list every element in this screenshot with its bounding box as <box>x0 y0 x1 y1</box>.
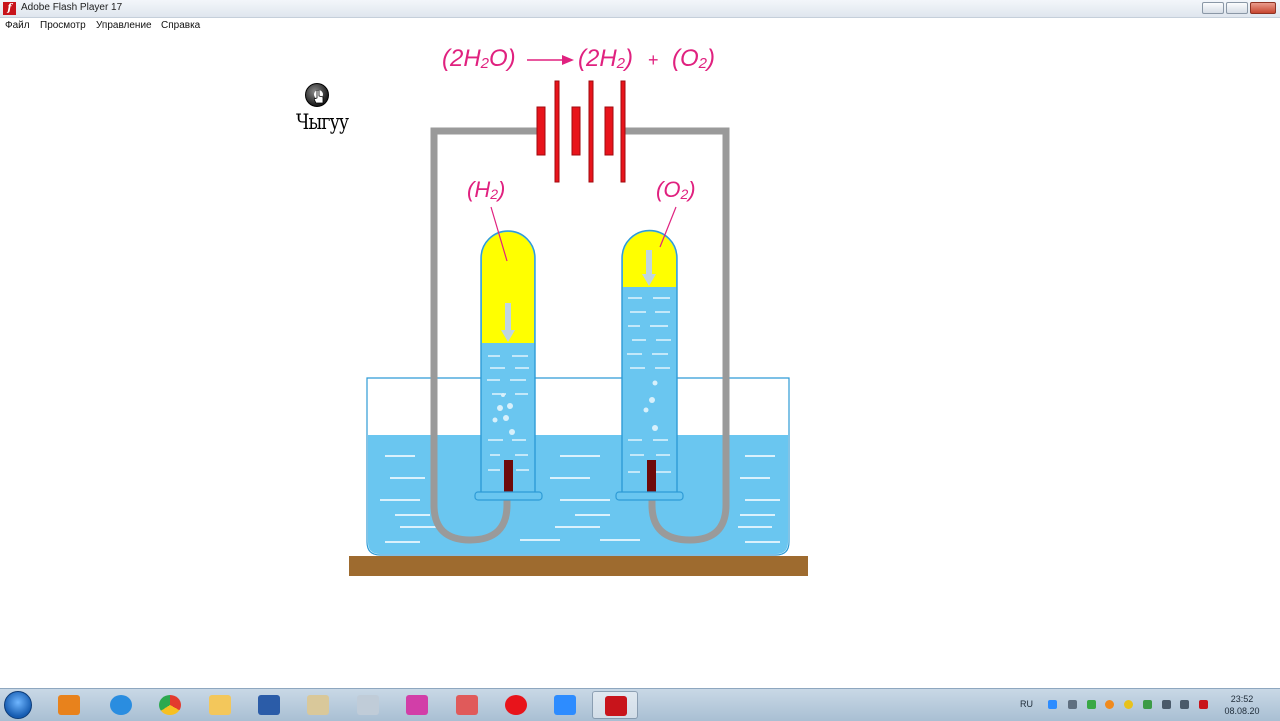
tray-language[interactable]: RU <box>1020 699 1033 709</box>
flash-stage: (2H2O) (2H2) + (O2) (H2) (O2) <box>0 34 1280 688</box>
clock-time: 23:52 <box>1230 694 1254 704</box>
taskbar-gem-app[interactable] <box>394 691 440 719</box>
paint-icon <box>307 695 329 715</box>
minimize-button[interactable] <box>1202 2 1224 14</box>
window-title: Adobe Flash Player 17 <box>21 2 123 13</box>
hydrogen-arrow-icon <box>505 303 511 330</box>
taskbar-snipping-tool[interactable] <box>444 691 490 719</box>
svg-text:(2H2): (2H2) <box>578 45 633 72</box>
svg-text:+: + <box>648 50 659 70</box>
taskbar-zoom[interactable] <box>542 691 588 719</box>
svg-text:(2H2O): (2H2O) <box>442 45 516 72</box>
maximize-button[interactable] <box>1226 2 1248 14</box>
taskbar-media-player[interactable] <box>46 691 92 719</box>
close-button[interactable] <box>1250 2 1276 14</box>
table-surface <box>349 556 808 576</box>
internet-explorer-icon <box>110 695 132 715</box>
media-player-icon <box>58 695 80 715</box>
clock-date: 08.08.20 <box>1224 706 1260 716</box>
chrome-icon <box>159 695 181 715</box>
hand-cursor-icon <box>314 90 324 104</box>
flash-player-icon <box>605 696 627 716</box>
flash-player-icon: f <box>3 2 16 15</box>
gem-icon <box>406 695 428 715</box>
title-bar: f Adobe Flash Player 17 <box>0 0 1280 18</box>
taskbar-flash-player[interactable] <box>592 691 638 719</box>
word-icon <box>258 695 280 715</box>
exit-label[interactable]: Чыгуу <box>296 110 349 134</box>
clock[interactable]: 23:52 08.08.20 <box>1218 693 1266 717</box>
tray-yellow-icon[interactable] <box>1124 700 1133 709</box>
hydrogen-tube-stand <box>474 491 543 501</box>
yandex-icon <box>505 695 527 715</box>
tray-orange-icon[interactable] <box>1105 700 1114 709</box>
cathode-electrode <box>504 460 513 492</box>
menu-bar: Файл Просмотр Управление Справка <box>0 18 1280 34</box>
menu-control[interactable]: Управление <box>96 20 152 31</box>
taskbar-word[interactable] <box>246 691 292 719</box>
flag-icon[interactable] <box>1199 700 1208 709</box>
tray-network-icon[interactable] <box>1143 700 1152 709</box>
taskbar-paint[interactable] <box>295 691 341 719</box>
tray-zoom-icon[interactable] <box>1048 700 1057 709</box>
hydrogen-tube <box>474 230 543 501</box>
electrolysis-diagram: (2H2O) (2H2) + (O2) (H2) (O2) <box>349 45 808 576</box>
taskbar-calculator[interactable] <box>345 691 391 719</box>
signal-icon[interactable] <box>1162 700 1171 709</box>
tray-box-icon[interactable] <box>1068 700 1077 709</box>
oxygen-label: (O2) <box>656 177 696 202</box>
volume-icon[interactable] <box>1180 700 1189 709</box>
taskbar-internet-explorer[interactable] <box>98 691 144 719</box>
battery-icon <box>536 80 626 183</box>
taskbar-chrome[interactable] <box>147 691 193 719</box>
taskbar-explorer[interactable] <box>197 691 243 719</box>
tray-green-icon[interactable] <box>1087 700 1096 709</box>
svg-text:(O2): (O2) <box>672 45 715 72</box>
start-button[interactable] <box>4 691 32 719</box>
zoom-icon <box>554 695 576 715</box>
oxygen-tube <box>615 229 684 501</box>
oxygen-tube-stand <box>615 491 684 501</box>
reaction-arrow-icon <box>562 55 574 65</box>
anode-electrode <box>647 460 656 492</box>
folder-icon <box>209 695 231 715</box>
menu-view[interactable]: Просмотр <box>40 20 86 31</box>
menu-file[interactable]: Файл <box>5 20 30 31</box>
oxygen-arrow-icon <box>646 250 652 274</box>
menu-help[interactable]: Справка <box>161 20 200 31</box>
scissors-icon <box>456 695 478 715</box>
hydrogen-label: (H2) <box>467 177 505 202</box>
taskbar-yandex[interactable] <box>493 691 539 719</box>
calculator-icon <box>357 695 379 715</box>
taskbar: RU 23:52 08.08.20 <box>0 688 1280 721</box>
reaction-equation: (2H2O) (2H2) + (O2) <box>442 45 715 72</box>
